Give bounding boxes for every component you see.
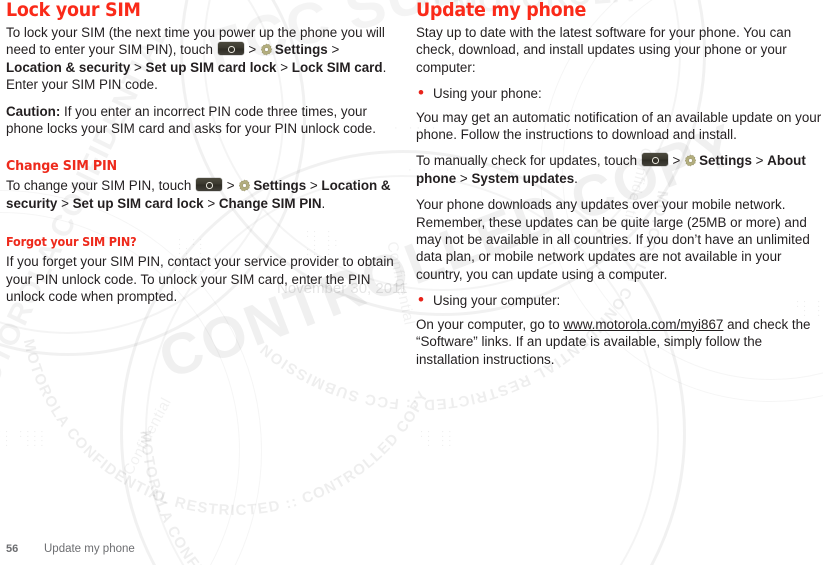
paragraph-automatic-notification: You may get an automatic notification of…: [416, 109, 822, 143]
bullet-dot: •: [418, 290, 424, 310]
computer-text-a: On your computer, go to: [416, 316, 564, 332]
left-column: Lock your SIM To lock your SIM (the next…: [6, 0, 396, 314]
watermark-confidential: Confidential: [120, 394, 176, 478]
manual-step-tail: .: [574, 170, 578, 186]
change-step-sep-a: >: [223, 178, 239, 194]
watermark-dots: :: :: : ::: [420, 428, 456, 449]
caution-text: If you enter an incorrect PIN code three…: [6, 103, 376, 137]
paragraph-download-note: Your phone downloads any updates over yo…: [416, 197, 810, 282]
change-step-settings: Settings: [253, 178, 307, 194]
change-step-setup-sim-card-lock: Set up SIM card lock: [72, 195, 204, 211]
paragraph-manual-check-steps: To manually check for updates, touch > S…: [416, 152, 823, 187]
lock-step-setup-sim-card-lock: Set up SIM card lock: [145, 59, 277, 75]
paragraph-computer-instructions: On your computer, go to www.motorola.com…: [416, 316, 823, 368]
lock-step-sep-2: >: [130, 59, 146, 75]
motorola-support-link[interactable]: www.motorola.com/myi867: [563, 317, 723, 332]
lock-step-settings: Settings: [274, 42, 328, 58]
lock-step-sep-a: >: [244, 42, 260, 58]
right-column: Update my phone Stay up to date with the…: [416, 0, 823, 377]
lock-step-lock-sim-card: Lock SIM card: [291, 59, 383, 75]
manual-step-sep-a: >: [668, 153, 685, 169]
manual-step-text-a: To manually check for updates, touch: [416, 153, 641, 169]
change-step-text-a: To change your SIM PIN, touch: [6, 178, 196, 194]
home-key-icon[interactable]: [196, 178, 223, 192]
lock-step-sep-3: >: [276, 59, 292, 75]
page-title-lock-your-sim: Lock your SIM: [6, 0, 141, 21]
page-number: 56: [6, 543, 19, 555]
change-step-sep-3: >: [203, 195, 219, 211]
manual-page: MOTOROLA CONFIDENTIAL RESTRICTED :: MOTO…: [0, 0, 823, 565]
caution-label: Caution:: [6, 103, 61, 119]
page-footer: 56 Update my phone: [6, 543, 135, 555]
paragraph-update-intro: Stay up to date with the latest software…: [416, 25, 792, 75]
change-step-tail: .: [321, 195, 326, 211]
change-step-sep-2: >: [57, 195, 73, 211]
paragraph-forgot-sim-pin: If you forget your SIM PIN, contact your…: [6, 254, 394, 305]
page-title-update-my-phone: Update my phone: [416, 0, 587, 21]
home-key-icon[interactable]: [641, 153, 668, 167]
manual-step-settings: Settings: [699, 153, 752, 169]
bullet-dot: •: [418, 83, 424, 103]
watermark-dots: :: :::: : :::: [0, 428, 48, 449]
running-footer-label: Update my phone: [44, 543, 135, 555]
lock-step-sep-1: >: [327, 42, 340, 58]
paragraph-caution: Caution: If you enter an incorrect PIN c…: [6, 103, 396, 138]
subheading-forgot-sim-pin: Forgot your SIM PIN?: [6, 235, 137, 250]
manual-step-system-updates: System updates: [471, 170, 575, 186]
svg-text:MOTOROLA CONFIDENTIAL RESTRICT: MOTOROLA CONFIDENTIAL RESTRICTED :: CONT…: [20, 337, 432, 519]
subheading-change-sim-pin: Change SIM PIN: [6, 158, 117, 175]
list-item-label: Using your phone:: [433, 86, 542, 102]
manual-step-sep-2: >: [456, 170, 472, 186]
change-step-sep-1: >: [306, 178, 322, 194]
settings-gear-icon: [684, 154, 697, 167]
settings-gear-icon: [238, 179, 251, 192]
manual-step-sep-1: >: [751, 153, 768, 169]
lock-step-location-security: Location & security: [6, 59, 131, 75]
paragraph-change-sim-pin-steps: To change your SIM PIN, touch > Settings…: [6, 177, 396, 212]
list-item-using-your-phone: • Using your phone:: [416, 83, 823, 103]
paragraph-lock-sim-steps: To lock your SIM (the next time you powe…: [6, 24, 396, 94]
svg-text:MOTOROLA CONFIDENTIAL RESTRICT: MOTOROLA CONFIDENTIAL RESTRICTED :: MOTO…: [136, 430, 587, 565]
settings-gear-icon: [260, 43, 273, 56]
change-step-change-sim-pin: Change SIM PIN: [218, 195, 322, 211]
home-key-icon[interactable]: [217, 42, 244, 56]
list-item-label: Using your computer:: [433, 293, 561, 309]
list-item-using-your-computer: • Using your computer:: [416, 290, 823, 310]
